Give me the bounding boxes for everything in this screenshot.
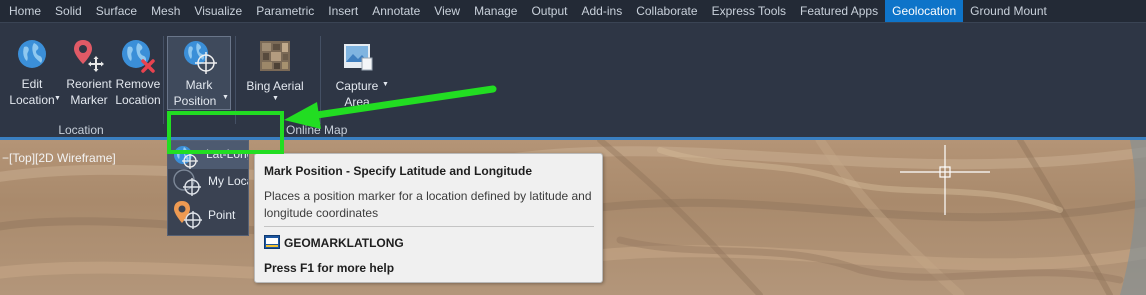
pin-crosshair-icon xyxy=(174,201,202,229)
viewport-minus-control[interactable]: − xyxy=(2,151,9,165)
tab-featured-apps[interactable]: Featured Apps xyxy=(793,0,885,22)
reorient-marker-label-2: Marker xyxy=(70,93,108,107)
tab-parametric[interactable]: Parametric xyxy=(249,0,321,22)
tab-visualize[interactable]: Visualize xyxy=(187,0,249,22)
highlight-box xyxy=(167,111,284,154)
viewport-view-label[interactable]: [Top][2D Wireframe] xyxy=(9,151,116,165)
capture-image-icon xyxy=(344,44,373,71)
remove-location-button[interactable]: Remove Location xyxy=(114,36,162,116)
remove-location-label-1: Remove xyxy=(115,77,161,91)
globe-remove-icon xyxy=(122,40,155,73)
tooltip-description: Places a position marker for a location … xyxy=(264,189,592,220)
tab-solid[interactable]: Solid xyxy=(48,0,89,22)
edit-location-label-2: Location xyxy=(9,93,55,107)
tooltip-divider xyxy=(264,226,594,227)
reorient-marker-label-1: Reorient xyxy=(66,77,112,91)
viewport-controls[interactable]: −[Top][2D Wireframe] xyxy=(2,151,116,165)
tab-surface[interactable]: Surface xyxy=(89,0,144,22)
tab-collaborate[interactable]: Collaborate xyxy=(629,0,704,22)
tooltip-command-name: GEOMARKLATLONG xyxy=(284,236,404,250)
aerial-map-icon xyxy=(260,41,290,71)
dropdown-item-my-location-label: My Location xyxy=(208,174,248,188)
remove-location-label-2: Location xyxy=(115,93,161,107)
edit-location-button[interactable]: Edit Location ▼ xyxy=(4,36,61,116)
reorient-marker-button[interactable]: Reorient Marker xyxy=(62,36,116,116)
dropdown-item-my-location[interactable]: My Location xyxy=(168,158,248,196)
mark-position-tooltip: Mark Position - Specify Latitude and Lon… xyxy=(254,153,603,283)
tab-express-tools[interactable]: Express Tools xyxy=(705,0,793,22)
tab-mesh[interactable]: Mesh xyxy=(144,0,187,22)
tab-manage[interactable]: Manage xyxy=(467,0,524,22)
globe-crosshair-icon xyxy=(184,41,217,74)
mark-position-label-1: Mark xyxy=(185,78,213,92)
tooltip-title: Mark Position - Specify Latitude and Lon… xyxy=(264,164,533,178)
pointer-arrow xyxy=(284,85,497,129)
tab-add-ins[interactable]: Add-ins xyxy=(575,0,630,22)
dropdown-arrow-icon: ▼ xyxy=(222,94,229,101)
dropdown-arrow-icon: ▼ xyxy=(272,95,279,102)
tab-annotate[interactable]: Annotate xyxy=(365,0,427,22)
tab-view[interactable]: View xyxy=(427,0,467,22)
tab-output[interactable]: Output xyxy=(524,0,574,22)
mark-position-label-2: Position xyxy=(173,94,217,108)
tab-insert[interactable]: Insert xyxy=(321,0,365,22)
globe-icon xyxy=(18,40,46,68)
mark-position-dropdown: Lat-Long My Location Point xyxy=(167,140,249,236)
dropdown-arrow-icon: ▼ xyxy=(54,95,61,102)
tooltip-help-hint: Press F1 for more help xyxy=(264,261,395,275)
tab-ground-mount[interactable]: Ground Mount xyxy=(963,0,1054,22)
location-panel-title: Location xyxy=(58,123,104,137)
command-line-icon xyxy=(264,235,280,249)
mark-position-button[interactable]: Mark Position ▼ xyxy=(167,36,231,110)
pin-move-icon xyxy=(74,40,104,72)
ribbon-tab-bar: Home Solid Surface Mesh Visualize Parame… xyxy=(0,0,1146,23)
tab-home[interactable]: Home xyxy=(0,0,48,22)
edit-location-label-1: Edit xyxy=(21,77,43,91)
crosshair-cursor xyxy=(900,145,990,215)
globe-crosshair-icon xyxy=(173,169,201,196)
dropdown-item-point-label: Point xyxy=(208,208,236,222)
tab-geolocation[interactable]: Geolocation xyxy=(885,0,964,22)
dropdown-item-point[interactable]: Point xyxy=(168,197,248,233)
panel-separator xyxy=(163,36,164,124)
